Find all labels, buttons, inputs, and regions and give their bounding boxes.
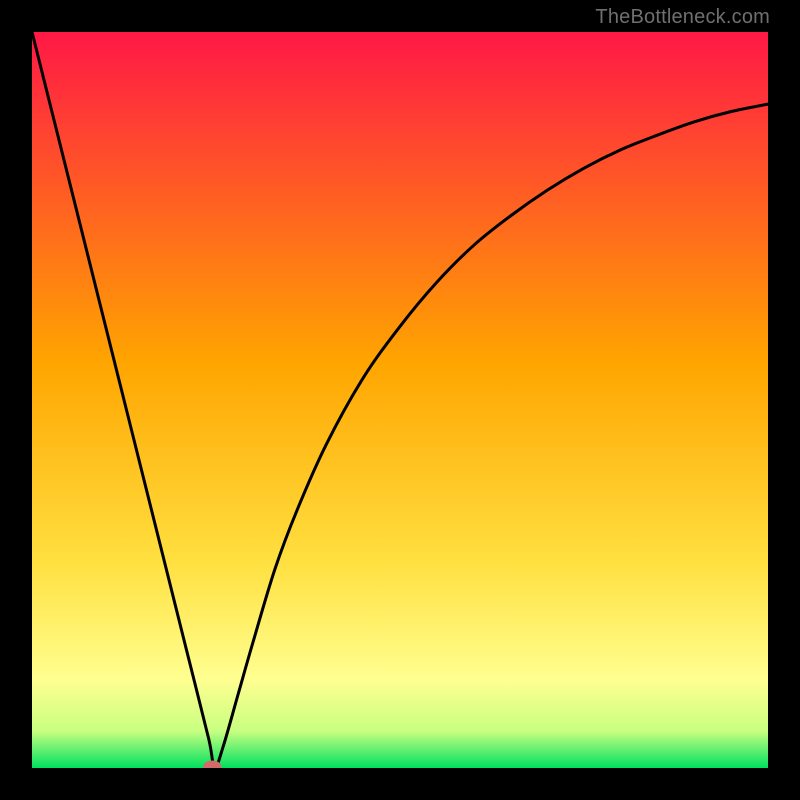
chart-frame <box>32 32 768 768</box>
bottleneck-chart <box>32 32 768 768</box>
credit-text: TheBottleneck.com <box>595 6 770 29</box>
chart-background <box>32 32 768 768</box>
